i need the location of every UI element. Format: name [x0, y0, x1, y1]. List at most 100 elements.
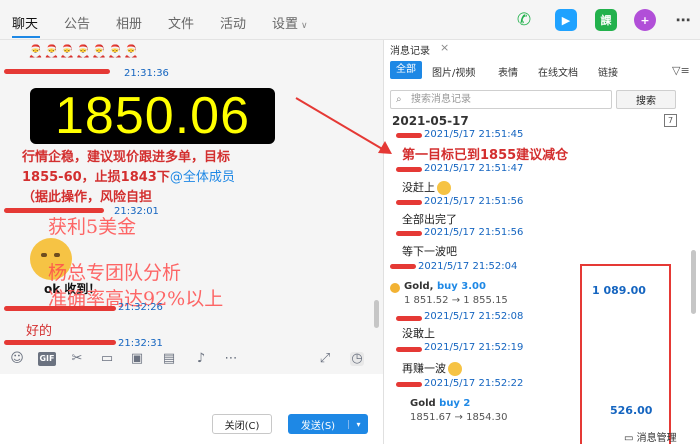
- top-nav-bar: 聊天 公告 相册 文件 活动 设置 ∨ ✆ ▶ 課 + ⋯: [0, 0, 700, 40]
- image-alt-icon[interactable]: ▤: [162, 352, 176, 366]
- redacted-sender: [396, 316, 422, 321]
- expand-icon[interactable]: ⤢: [318, 352, 332, 366]
- redacted-sender: [396, 167, 422, 172]
- filter-icon[interactable]: ▽≡: [672, 64, 690, 77]
- price-display: 1850.06: [30, 87, 275, 145]
- trade-side: buy 2: [439, 398, 471, 409]
- redacted-sender: [396, 382, 422, 387]
- active-tab-indicator: [12, 36, 40, 38]
- chevron-down-icon: ∨: [301, 21, 308, 31]
- message-time: 21:32:26: [118, 302, 163, 313]
- trade-asset: Gold,: [404, 281, 434, 292]
- redacted-sender: [396, 133, 422, 138]
- close-button[interactable]: 关闭(C): [212, 414, 272, 434]
- emoji-strip: 🎅🎅🎅🎅🎅🎅🎅: [28, 44, 140, 58]
- send-options-icon[interactable]: ▾: [348, 419, 368, 429]
- tab-settings-label: 设置: [272, 17, 299, 32]
- target-reached-message: 第一目标已到1855建议减仓: [402, 148, 569, 163]
- trade-asset: Gold: [410, 398, 436, 409]
- emoji-icon[interactable]: ☺: [10, 352, 24, 366]
- history-time: 2021/5/17 21:52:19: [424, 342, 524, 353]
- signal-line-1: 行情企稳，建议现价跟进多单，目标: [22, 150, 231, 165]
- chat-pane: 🎅🎅🎅🎅🎅🎅🎅 21:31:36 1850.06 行情企稳，建议现价跟进多单，目…: [0, 40, 383, 444]
- history-time: 2021/5/17 21:51:45: [424, 129, 524, 140]
- calendar-icon[interactable]: 7: [664, 114, 677, 127]
- laughing-emoji-icon: [437, 181, 451, 195]
- history-time: 2021/5/17 21:51:56: [424, 227, 524, 238]
- grinning-emoji-icon: [448, 362, 462, 376]
- history-time: 2021/5/17 21:52:22: [424, 378, 524, 389]
- more-tools-icon[interactable]: ⋯: [224, 352, 238, 366]
- tab-settings[interactable]: 设置 ∨: [272, 13, 308, 32]
- gold-coin-icon: [390, 283, 400, 293]
- phone-call-icon[interactable]: ✆: [513, 9, 535, 31]
- profit-amount: 1 089.00: [592, 284, 646, 297]
- close-icon[interactable]: ×: [440, 41, 449, 54]
- tab-files[interactable]: 文件: [168, 13, 194, 32]
- redacted-sender: [4, 340, 116, 345]
- reply-text: 好的: [26, 324, 53, 339]
- history-message: 等下一波吧: [402, 245, 457, 258]
- history-time: 2021/5/17 21:51:47: [424, 163, 524, 174]
- search-button[interactable]: 搜索: [616, 90, 676, 109]
- tab-activity[interactable]: 活动: [220, 13, 246, 32]
- send-button[interactable]: 发送(S) ▾: [288, 414, 368, 434]
- signal-line-3: （据此操作，风险自担: [22, 190, 153, 205]
- filter-tab-docs[interactable]: 在线文档: [538, 64, 578, 79]
- message-manager-button[interactable]: ▭ 消息管理: [624, 429, 677, 444]
- message-input[interactable]: 关闭(C) 发送(S) ▾: [0, 374, 383, 444]
- history-message: 全部出完了: [402, 213, 457, 226]
- chat-scrollbar[interactable]: [374, 300, 379, 328]
- price-value: 1850.06: [55, 87, 250, 145]
- filter-tab-media[interactable]: 图片/视频: [432, 64, 475, 79]
- mention-all[interactable]: @全体成员: [170, 170, 235, 185]
- history-message-text: 再赚一波: [402, 362, 446, 375]
- message-time: 21:31:36: [124, 68, 169, 79]
- more-icon[interactable]: ⋯: [672, 9, 694, 31]
- overlay-profit-text: 获利5美金: [48, 216, 137, 238]
- message-history-pane: 消息记录 × 全部 图片/视频 表情 在线文档 链接 ▽≡ ⌕ 搜索消息记录 搜索…: [384, 40, 700, 444]
- history-message: 没赶上: [402, 179, 451, 195]
- trade-card: Gold buy 2 1851.67 → 1854.30: [410, 398, 580, 436]
- filter-tab-links[interactable]: 链接: [598, 64, 618, 79]
- search-placeholder: 搜索消息记录: [411, 94, 471, 105]
- history-message: 没敢上: [402, 327, 435, 340]
- send-label: 发送(S): [300, 420, 336, 432]
- message-manager-label: 消息管理: [636, 433, 677, 444]
- history-scrollbar[interactable]: [691, 250, 696, 314]
- tab-chat[interactable]: 聊天: [12, 13, 38, 32]
- redacted-sender: [4, 69, 110, 74]
- folder-icon[interactable]: ▭: [100, 352, 114, 366]
- redacted-sender: [390, 264, 416, 269]
- video-call-icon[interactable]: ▶: [555, 9, 577, 31]
- image-icon[interactable]: ▣: [130, 352, 144, 366]
- signal-line-2-text: 1855-60，止损1843下: [22, 170, 170, 185]
- chat-bubble-icon: ▭: [624, 433, 637, 444]
- add-icon[interactable]: +: [634, 9, 656, 31]
- gif-icon[interactable]: GIF: [38, 352, 56, 366]
- filter-tab-stickers[interactable]: 表情: [498, 64, 518, 79]
- history-title: 消息记录: [390, 46, 430, 57]
- trade-title: Gold buy 2: [410, 398, 580, 409]
- redacted-sender: [396, 347, 422, 352]
- history-date: 2021-05-17: [392, 114, 469, 128]
- redacted-sender: [396, 231, 422, 236]
- trade-title: Gold, buy 3.00: [404, 281, 574, 292]
- history-message-text: 没赶上: [402, 181, 435, 194]
- tab-album[interactable]: 相册: [116, 13, 142, 32]
- trade-side: buy 3.00: [436, 281, 486, 292]
- bell-icon[interactable]: ♪: [194, 352, 208, 366]
- trade-range: 1851.67 → 1854.30: [410, 412, 508, 423]
- filter-tab-all[interactable]: 全部: [390, 61, 422, 79]
- profit-amount: 526.00: [610, 404, 653, 417]
- history-time: 2021/5/17 21:52:08: [424, 311, 524, 322]
- history-time: 2021/5/17 21:51:56: [424, 196, 524, 207]
- signal-line-2: 1855-60，止损1843下@全体成员: [22, 166, 235, 185]
- redacted-sender: [396, 200, 422, 205]
- scissors-icon[interactable]: ✂: [70, 352, 84, 366]
- history-search-input[interactable]: ⌕ 搜索消息记录: [390, 90, 612, 109]
- search-icon: ⌕: [396, 94, 402, 105]
- tab-announcement[interactable]: 公告: [64, 13, 90, 32]
- classroom-icon[interactable]: 課: [595, 9, 617, 31]
- history-clock-icon[interactable]: ◷: [350, 352, 364, 366]
